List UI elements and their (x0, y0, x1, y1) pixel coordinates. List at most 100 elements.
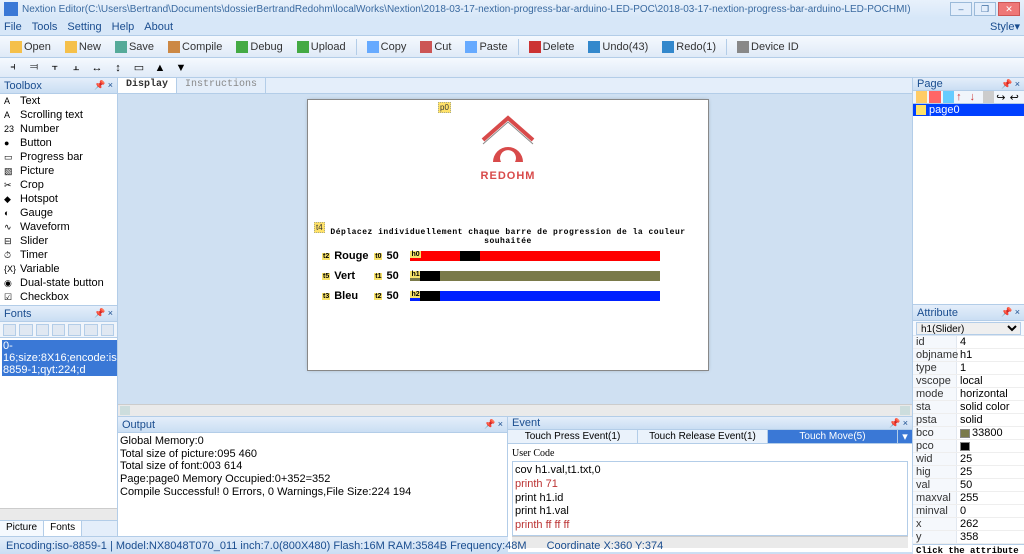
marker[interactable]: h1 (410, 271, 420, 278)
attr-maxval[interactable]: maxval255 (913, 492, 1024, 505)
marker[interactable]: t2 (322, 253, 330, 260)
copy-button[interactable]: Copy (361, 39, 413, 55)
tool-progress-bar[interactable]: ▭Progress bar (0, 150, 117, 164)
attr-id[interactable]: id4 (913, 336, 1024, 349)
compile-button[interactable]: Compile (162, 39, 228, 55)
tool-text[interactable]: AText (0, 94, 117, 108)
new-button[interactable]: New (59, 39, 107, 55)
event-tab-dropdown-icon[interactable]: ▾ (898, 430, 912, 443)
debug-button[interactable]: Debug (230, 39, 288, 55)
upload-button[interactable]: Upload (291, 39, 352, 55)
tool-waveform[interactable]: ∿Waveform (0, 220, 117, 234)
pin-icon[interactable]: 📌 × (1001, 79, 1020, 90)
fonts-hscroll[interactable] (0, 508, 117, 520)
tool-variable[interactable]: {X}Variable (0, 262, 117, 276)
slider-thumb[interactable] (460, 251, 480, 261)
pin-icon[interactable]: 📌 × (94, 80, 113, 91)
tool-scrolling-text[interactable]: AScrolling text (0, 108, 117, 122)
same-height-icon[interactable]: ↕ (109, 60, 127, 76)
tab-display[interactable]: Display (118, 78, 177, 93)
tab-picture[interactable]: Picture (0, 521, 44, 536)
attr-bco[interactable]: bco33800 (913, 427, 1024, 440)
align-top-icon[interactable]: ⫟ (46, 60, 64, 76)
attr-hig[interactable]: hig25 (913, 466, 1024, 479)
minimize-button[interactable]: – (950, 2, 972, 16)
design-canvas[interactable]: p0 REDOHM t4 Déplacez individuellement c… (308, 100, 708, 370)
font-del-icon[interactable] (19, 324, 32, 336)
slider-bar[interactable]: h2 (410, 291, 660, 301)
canvas-hscroll[interactable] (118, 404, 912, 416)
marker[interactable]: h2 (410, 291, 420, 298)
slider-bar[interactable]: h0 (410, 251, 660, 261)
tool-number[interactable]: 23Number (0, 122, 117, 136)
attr-sta[interactable]: stasolid color (913, 401, 1024, 414)
tool-button[interactable]: ●Button (0, 136, 117, 150)
page-up-icon[interactable]: ↑ (956, 91, 967, 103)
attr-type[interactable]: type1 (913, 362, 1024, 375)
marker-p0[interactable]: p0 (438, 102, 451, 113)
align-bottom-icon[interactable]: ⫠ (67, 60, 85, 76)
tab-touch-press[interactable]: Touch Press Event(1) (508, 430, 638, 443)
tool-picture[interactable]: ▧Picture (0, 164, 117, 178)
page-copy-icon[interactable] (983, 91, 994, 103)
same-size-icon[interactable]: ▭ (130, 60, 148, 76)
font-replace-icon[interactable] (36, 324, 49, 336)
cut-button[interactable]: Cut (414, 39, 457, 55)
page-import-icon[interactable]: ↩ (1010, 91, 1021, 103)
attr-y[interactable]: y358 (913, 531, 1024, 544)
attr-psta[interactable]: pstasolid (913, 414, 1024, 427)
marker[interactable]: t1 (374, 273, 382, 280)
page-del-icon[interactable] (929, 91, 940, 103)
align-left-icon[interactable]: ⫞ (4, 60, 22, 76)
font-add-icon[interactable] (3, 324, 16, 336)
menu-style[interactable]: Style▾ (990, 20, 1020, 33)
menu-tools[interactable]: Tools (32, 21, 58, 33)
save-button[interactable]: Save (109, 39, 160, 55)
redo-button[interactable]: Redo(1) (656, 39, 722, 55)
slider-thumb[interactable] (420, 291, 440, 301)
page-item-page0[interactable]: page0 (913, 104, 1024, 116)
close-button[interactable]: ✕ (998, 2, 1020, 16)
attr-val[interactable]: val50 (913, 479, 1024, 492)
delete-button[interactable]: Delete (523, 39, 581, 55)
attr-minval[interactable]: minval0 (913, 505, 1024, 518)
slider-bar[interactable]: h1 (410, 271, 660, 281)
marker[interactable]: t2 (374, 293, 382, 300)
attribute-grid[interactable]: id4objnameh1type1vscopelocalmodehorizont… (913, 336, 1024, 544)
page-down-icon[interactable]: ↓ (970, 91, 981, 103)
menu-setting[interactable]: Setting (67, 21, 101, 33)
tab-fonts[interactable]: Fonts (44, 521, 82, 536)
font-down-icon[interactable] (68, 324, 81, 336)
page-export-icon[interactable]: ↪ (996, 91, 1007, 103)
pin-icon[interactable]: 📌 × (484, 419, 503, 430)
tab-touch-release[interactable]: Touch Release Event(1) (638, 430, 768, 443)
marker[interactable]: t3 (322, 293, 330, 300)
marker[interactable]: h0 (410, 251, 420, 258)
attr-x[interactable]: x262 (913, 518, 1024, 531)
font-preview-icon[interactable] (101, 324, 114, 336)
tool-gauge[interactable]: ◐Gauge (0, 206, 117, 220)
page-list[interactable]: page0 (913, 104, 1024, 304)
paste-button[interactable]: Paste (459, 39, 513, 55)
fonts-list[interactable]: 0-16;size:8X16;encode:iso-8859-1;qyt:224… (0, 338, 117, 508)
maximize-button[interactable]: ❐ (974, 2, 996, 16)
attr-mode[interactable]: modehorizontal (913, 388, 1024, 401)
attr-objname[interactable]: objnameh1 (913, 349, 1024, 362)
tab-touch-move[interactable]: Touch Move(5) (768, 430, 898, 443)
page-insert-icon[interactable] (943, 91, 954, 103)
pin-icon[interactable]: 📌 × (94, 308, 113, 319)
font-refresh-icon[interactable] (84, 324, 97, 336)
same-width-icon[interactable]: ↔ (88, 60, 106, 76)
tool-timer[interactable]: ⏱Timer (0, 248, 117, 262)
marker[interactable]: t5 (322, 273, 330, 280)
tab-instructions[interactable]: Instructions (177, 78, 266, 93)
attr-vscope[interactable]: vscopelocal (913, 375, 1024, 388)
font-up-icon[interactable] (52, 324, 65, 336)
page-add-icon[interactable] (916, 91, 927, 103)
menu-file[interactable]: File (4, 21, 22, 33)
device-button[interactable]: Device ID (731, 39, 805, 55)
attribute-object-select[interactable]: h1(Slider) (916, 322, 1021, 335)
bring-front-icon[interactable]: ▲ (151, 60, 169, 76)
pin-icon[interactable]: 📌 × (1001, 307, 1020, 318)
tool-crop[interactable]: ✂Crop (0, 178, 117, 192)
